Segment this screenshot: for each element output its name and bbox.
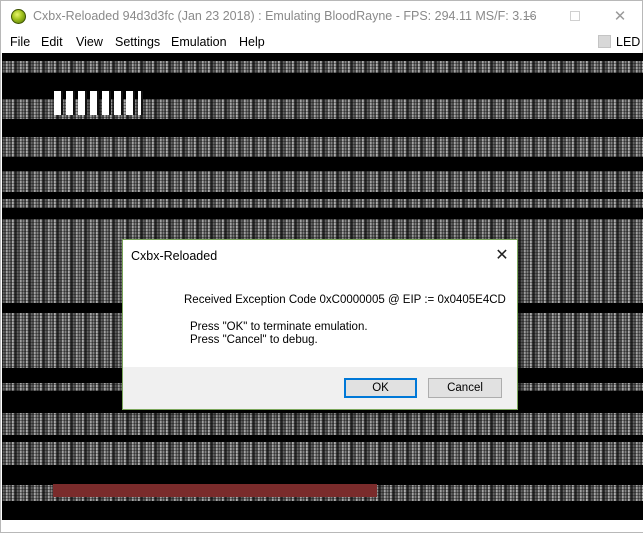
render-band — [2, 501, 643, 520]
menu-emulation[interactable]: Emulation — [171, 35, 227, 49]
dialog-instruction-cancel: Press "Cancel" to debug. — [190, 334, 318, 346]
exception-dialog: Cxbx-Reloaded ✕ Received Exception Code … — [122, 239, 518, 410]
ok-button[interactable]: OK — [344, 378, 417, 398]
render-band — [2, 465, 643, 485]
glitch-block — [102, 91, 111, 115]
menu-settings[interactable]: Settings — [115, 35, 160, 49]
title-bar[interactable]: Cxbx-Reloaded 94d3d3fc (Jan 23 2018) : E… — [1, 1, 642, 31]
menu-bar: File Edit View Settings Emulation Help — [1, 31, 642, 53]
emulator-window: Cxbx-Reloaded 94d3d3fc (Jan 23 2018) : E… — [0, 0, 643, 533]
minimize-button[interactable] — [506, 1, 552, 31]
dialog-title: Cxbx-Reloaded — [131, 249, 218, 263]
dialog-close-icon[interactable]: ✕ — [488, 242, 516, 268]
close-icon: ✕ — [613, 8, 627, 25]
menu-file[interactable]: File — [10, 35, 30, 49]
glitch-block — [126, 91, 135, 115]
render-band — [2, 157, 643, 171]
maximize-icon — [570, 11, 580, 21]
render-band — [2, 208, 643, 219]
maximize-button[interactable] — [552, 1, 598, 31]
glitch-block — [66, 91, 75, 115]
dialog-instruction-ok: Press "OK" to terminate emulation. — [190, 321, 368, 333]
render-glitch-blocks — [54, 91, 143, 115]
render-red-bar — [53, 484, 377, 497]
glitch-block — [114, 91, 123, 115]
render-band — [2, 435, 643, 442]
led-indicator — [598, 35, 611, 48]
minimize-icon — [524, 15, 534, 17]
exception-message: Received Exception Code 0xC0000005 @ EIP… — [184, 294, 506, 306]
cxbx-app-icon[interactable] — [11, 9, 26, 24]
led-label: LED — [616, 35, 641, 49]
glitch-block — [54, 91, 63, 115]
close-button[interactable]: ✕ — [597, 1, 643, 31]
glitch-block — [78, 91, 87, 115]
glitch-block — [90, 91, 99, 115]
glitch-block — [138, 91, 143, 115]
cancel-button[interactable]: Cancel — [428, 378, 502, 398]
menu-edit[interactable]: Edit — [41, 35, 63, 49]
window-bottom-edge — [2, 520, 643, 532]
render-band — [2, 192, 643, 199]
render-band — [2, 53, 643, 61]
dialog-button-bar: OK Cancel — [123, 367, 517, 409]
render-band — [2, 119, 643, 137]
menu-view[interactable]: View — [76, 35, 103, 49]
menu-help[interactable]: Help — [239, 35, 265, 49]
window-title: Cxbx-Reloaded 94d3d3fc (Jan 23 2018) : E… — [33, 9, 537, 23]
